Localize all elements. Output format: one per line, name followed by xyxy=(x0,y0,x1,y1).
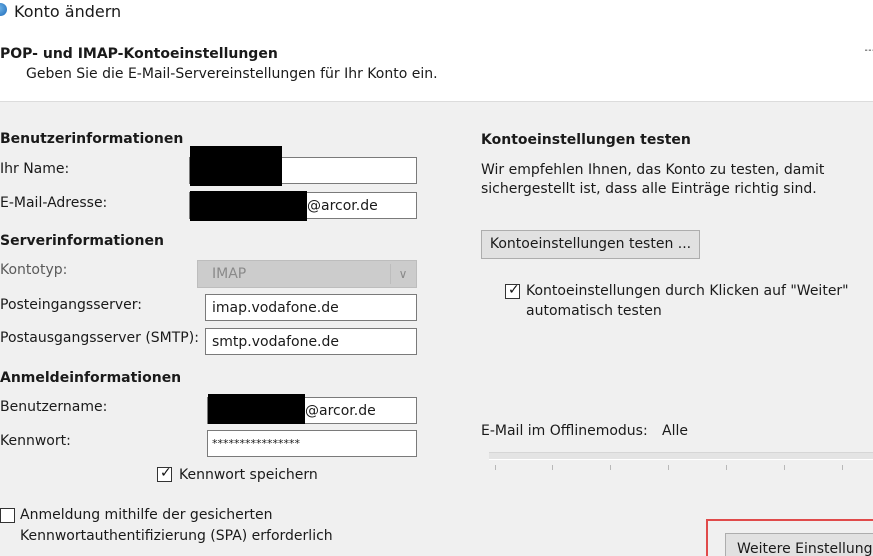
test-account-button[interactable]: Kontoeinstellungen testen ... xyxy=(481,230,700,259)
redaction-block xyxy=(208,394,305,424)
window-title: Konto ändern xyxy=(14,2,122,21)
email-label: E-Mail-Adresse: xyxy=(0,195,108,211)
email-suffix: @arcor.de xyxy=(307,198,378,214)
save-password-label: Kennwort speichern xyxy=(179,467,318,483)
test-description-line2: sichergestellt ist, dass alle Einträge r… xyxy=(481,181,817,197)
header-decoration-icon: ⇢ xyxy=(864,40,873,61)
password-input[interactable]: **************** xyxy=(207,430,417,457)
slider-tick xyxy=(668,465,669,470)
slider-tick xyxy=(495,465,496,470)
chevron-down-icon: ∨ xyxy=(390,264,415,284)
account-type-value: IMAP xyxy=(212,266,247,282)
email-field[interactable]: @arcor.de xyxy=(189,191,417,221)
offline-mode-value: Alle xyxy=(662,423,688,439)
username-suffix: @arcor.de xyxy=(305,403,376,419)
auto-test-label-line2: automatisch testen xyxy=(526,303,662,319)
slider-tick xyxy=(610,465,611,470)
header-title: POP- und IMAP-Kontoeinstellungen xyxy=(0,46,278,62)
outgoing-server-label: Postausgangsserver (SMTP): xyxy=(0,330,199,346)
header-subtitle: Geben Sie die E-Mail-Servereinstellungen… xyxy=(26,66,438,82)
slider-tick xyxy=(842,465,843,470)
spa-label-line1: Anmeldung mithilfe der gesicherten xyxy=(20,507,273,523)
offline-mode-label: E-Mail im Offlinemodus: xyxy=(481,423,648,439)
outgoing-server-input[interactable]: smtp.vodafone.de xyxy=(205,328,417,355)
redaction-block xyxy=(190,146,282,186)
save-password-checkbox[interactable]: ✓ xyxy=(157,465,172,482)
spa-label-line2: Kennwortauthentifizierung (SPA) erforder… xyxy=(20,528,333,544)
incoming-server-value: imap.vodafone.de xyxy=(212,300,339,316)
login-info-heading: Anmeldeinformationen xyxy=(0,370,182,386)
auto-test-checkbox[interactable]: ✓ xyxy=(505,282,520,299)
more-settings-button[interactable]: Weitere Einstellungen xyxy=(725,533,873,556)
user-info-heading: Benutzerinformationen xyxy=(0,131,184,147)
name-label: Ihr Name: xyxy=(0,161,70,177)
slider-tick xyxy=(726,465,727,470)
username-label: Benutzername: xyxy=(0,399,108,415)
slider-tick xyxy=(552,465,553,470)
server-info-heading: Serverinformationen xyxy=(0,233,164,249)
account-type-select: IMAP ∨ xyxy=(197,260,417,288)
slider-tick xyxy=(784,465,785,470)
checkmark-icon: ✓ xyxy=(508,282,520,298)
redaction-block xyxy=(190,191,307,221)
spa-checkbox[interactable] xyxy=(0,508,15,523)
title-bar xyxy=(0,0,873,28)
name-field[interactable] xyxy=(189,146,417,186)
offline-slider-track[interactable] xyxy=(489,452,873,460)
test-settings-heading: Kontoeinstellungen testen xyxy=(481,132,691,148)
dialog-header xyxy=(0,28,873,102)
incoming-server-input[interactable]: imap.vodafone.de xyxy=(205,294,417,321)
checkmark-icon: ✓ xyxy=(160,465,172,481)
account-type-label: Kontotyp: xyxy=(0,262,68,278)
outgoing-server-value: smtp.vodafone.de xyxy=(212,334,340,350)
password-label: Kennwort: xyxy=(0,433,71,449)
incoming-server-label: Posteingangsserver: xyxy=(0,297,142,313)
auto-test-label-line1: Kontoeinstellungen durch Klicken auf "We… xyxy=(526,283,849,299)
password-mask: **************** xyxy=(212,437,300,450)
username-field[interactable]: @arcor.de xyxy=(207,394,417,424)
test-description-line1: Wir empfehlen Ihnen, das Konto zu testen… xyxy=(481,162,825,178)
